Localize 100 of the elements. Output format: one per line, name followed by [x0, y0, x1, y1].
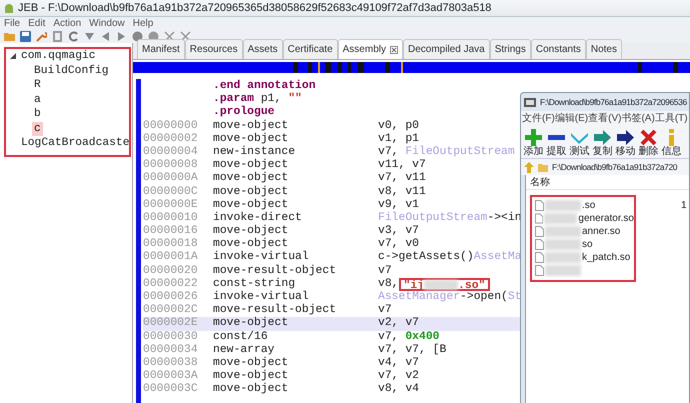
operand-text: v3, v7 [378, 225, 420, 238]
menu-item[interactable]: Window [89, 17, 125, 30]
triangle-down-icon[interactable] [84, 31, 95, 42]
instruction-text: move-object [213, 370, 290, 382]
toolbar-label[interactable]: 添加 [524, 146, 544, 157]
tab[interactable]: Certificate [282, 39, 338, 59]
tree-item[interactable]: BuildConfig [32, 64, 111, 78]
arrow-right-icon[interactable] [617, 129, 634, 146]
file-name[interactable]: generator.so [578, 211, 634, 226]
address-text: 0000003A [143, 370, 199, 383]
tab[interactable]: Assets [242, 39, 283, 59]
tab[interactable]: Constants [530, 39, 586, 59]
code-text: .param p1, "" [213, 93, 302, 106]
operand-text: v11, v7 [378, 159, 426, 172]
address-text: 00000010 [143, 212, 199, 225]
operand-text: v7, v2 [378, 370, 420, 383]
close-icon[interactable] [390, 46, 398, 54]
string-literal: "ij .so" [398, 278, 490, 291]
cross-icon[interactable] [640, 129, 657, 146]
tree-item[interactable]: a [32, 92, 43, 107]
instruction-text: move-object [213, 356, 290, 370]
instruction-text: const/16 [213, 330, 269, 344]
tab[interactable]: Manifest [137, 39, 185, 59]
toolbar-label[interactable]: 提取 [546, 146, 566, 157]
menu-item[interactable]: 查看(V) [588, 111, 622, 126]
address-text: 00000026 [143, 291, 199, 304]
tree-item[interactable]: c [32, 122, 43, 136]
instruction-text: new-array [213, 344, 276, 356]
tab[interactable]: Decompiled Java [403, 39, 490, 59]
save-icon[interactable] [20, 31, 31, 42]
redacted-block [545, 200, 581, 211]
toolbar-label[interactable]: 移动 [616, 146, 636, 157]
redacted-block [424, 280, 458, 290]
plus-icon[interactable] [525, 129, 542, 146]
operand-text: v9, v1 [378, 198, 420, 212]
instruction-text: move-object [213, 120, 290, 132]
toolbar-label[interactable]: 测试 [570, 146, 590, 157]
cross-icon[interactable] [164, 31, 175, 42]
redacted-block [545, 226, 581, 237]
tree-item[interactable]: com.qqmagic [19, 49, 98, 64]
redacted-block [545, 265, 581, 276]
refresh-icon[interactable] [68, 31, 79, 42]
tab[interactable]: Assembly [338, 39, 403, 59]
toolbar-label[interactable]: 信息 [662, 146, 682, 157]
menu-item[interactable]: 工具(T) [654, 111, 688, 126]
address-text: 00000020 [143, 264, 199, 278]
column-header[interactable]: 名称 [526, 175, 689, 190]
address-text: 00000018 [143, 238, 199, 251]
address-text: 00000038 [143, 356, 199, 370]
toolbar-label[interactable]: 删除 [638, 146, 658, 157]
file-name[interactable]: anner.so [582, 224, 620, 239]
up-arrow-icon[interactable] [524, 162, 534, 172]
menu-item[interactable]: Edit [28, 17, 46, 30]
operand-text: v2, v7 [378, 317, 420, 331]
window-title: F:\Download\b9fb76a1a91b372a72096536 [540, 96, 687, 109]
instruction-text: move-object [213, 132, 290, 146]
redacted-block [545, 239, 581, 250]
address-text: 0000002E [143, 317, 199, 331]
instruction-text: move-object [213, 186, 290, 198]
tree-item[interactable]: R [32, 78, 43, 92]
menu-item[interactable]: 文件(F) [522, 111, 555, 126]
app-icon [524, 98, 536, 106]
instruction-text: move-object [213, 383, 290, 396]
tree-item[interactable]: b [32, 107, 43, 122]
code-text: .end annotation [213, 80, 316, 92]
menu-item[interactable]: Action [53, 17, 82, 30]
tree-item[interactable]: LogCatBroadcaste [19, 136, 132, 150]
tab[interactable]: Notes [586, 39, 622, 59]
tab[interactable]: Strings [490, 39, 531, 59]
wrench-icon[interactable] [36, 31, 47, 42]
operand-text: v7, v0 [378, 238, 420, 250]
operand-text: c->getAssets()AssetMa [378, 251, 522, 265]
menu-item[interactable]: 编辑(E) [554, 111, 588, 126]
address-text: 0000000C [143, 186, 199, 199]
file-name[interactable]: so [582, 237, 593, 252]
toolbar-label[interactable]: 复制 [592, 146, 612, 157]
tab[interactable]: Resources [184, 39, 243, 59]
operand-text: v7, FileOutputStream [378, 146, 515, 160]
file-name[interactable]: k_patch.so [582, 250, 630, 265]
address-text: 0000000A [143, 172, 199, 186]
cross-icon[interactable] [180, 31, 191, 42]
file-name[interactable]: .so [582, 198, 596, 213]
address-text: 00000002 [143, 132, 199, 146]
operand-text: v0, p0 [378, 120, 420, 133]
instruction-text: move-object [213, 317, 290, 330]
operand-text: v7, 0x400 [378, 330, 440, 344]
instruction-text: move-result-object [213, 304, 338, 316]
operand-text: v7, v7, [B [378, 344, 446, 357]
menu-item[interactable]: 书签(A) [621, 111, 655, 126]
folder-icon [538, 162, 548, 172]
instruction-text: move-object [213, 225, 290, 238]
menu-item[interactable]: File [4, 17, 20, 30]
menu-item[interactable]: Help [132, 17, 154, 30]
redacted-block [545, 252, 581, 263]
instruction-text: move-object [213, 198, 290, 212]
expanded-arrow-icon[interactable] [9, 52, 17, 60]
address-text: 0000001A [143, 251, 199, 265]
operand-text: v8, v11 [378, 186, 426, 199]
window-title: JEB - F:\Download\b9fb76a1a91b372a720965365d38058629f52683c49109f72af7d3ad7803a518 [18, 1, 492, 16]
document-icon[interactable] [52, 31, 63, 42]
